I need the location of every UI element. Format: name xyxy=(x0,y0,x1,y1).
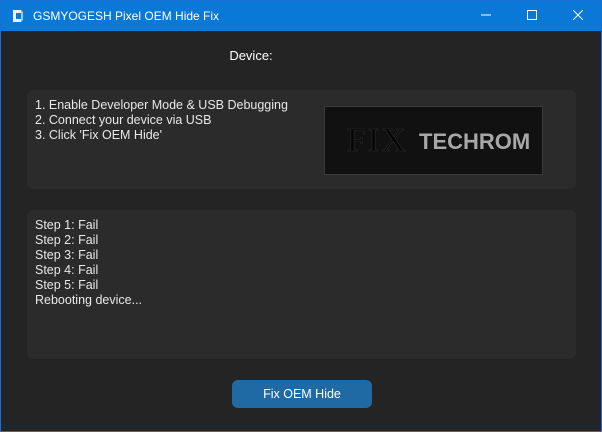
fixtechrom-logo-graphic: FIX TECHROM xyxy=(325,107,542,174)
close-button[interactable] xyxy=(555,1,601,31)
log-line: Step 4: Fail xyxy=(35,263,99,277)
maximize-button[interactable] xyxy=(509,1,555,31)
app-icon xyxy=(10,9,24,23)
logo-text-fix: FIX xyxy=(347,122,408,159)
logo-text-techrom: TECHROM xyxy=(419,129,530,154)
instruction-line: 2. Connect your device via USB xyxy=(35,113,212,127)
log-list: Step 1: Fail Step 2: Fail Step 3: Fail S… xyxy=(35,218,142,308)
log-line: Step 1: Fail xyxy=(35,218,99,232)
log-line: Step 5: Fail xyxy=(35,278,99,292)
log-panel[interactable]: Step 1: Fail Step 2: Fail Step 3: Fail S… xyxy=(27,210,576,359)
minimize-icon xyxy=(481,7,491,25)
device-label: Device: xyxy=(229,48,273,63)
close-icon xyxy=(572,7,584,25)
maximize-icon xyxy=(527,7,537,25)
window-title: GSMYOGESH Pixel OEM Hide Fix xyxy=(33,9,220,23)
fix-oem-hide-button[interactable]: Fix OEM Hide xyxy=(232,380,372,408)
instruction-line: 1. Enable Developer Mode & USB Debugging xyxy=(35,98,288,112)
instructions-list: 1. Enable Developer Mode & USB Debugging… xyxy=(35,98,288,143)
minimize-button[interactable] xyxy=(463,1,509,31)
log-line: Step 2: Fail xyxy=(35,233,99,247)
log-line: Rebooting device... xyxy=(35,293,143,307)
window-content: Device: 1. Enable Developer Mode & USB D… xyxy=(1,31,601,431)
fixtechrom-logo: FIX TECHROM xyxy=(324,106,543,175)
title-bar[interactable]: GSMYOGESH Pixel OEM Hide Fix xyxy=(1,1,601,31)
app-window: GSMYOGESH Pixel OEM Hide Fix Device: 1. … xyxy=(0,0,602,432)
log-line: Step 3: Fail xyxy=(35,248,99,262)
instruction-line: 3. Click 'Fix OEM Hide' xyxy=(35,128,163,142)
instructions-panel: 1. Enable Developer Mode & USB Debugging… xyxy=(27,90,576,189)
